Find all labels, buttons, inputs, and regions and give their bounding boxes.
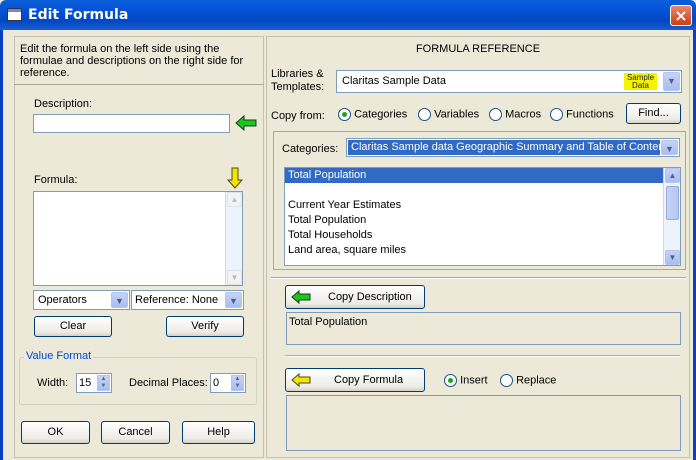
list-item[interactable]: Total Population xyxy=(285,213,680,228)
instructions-line-3: reference. xyxy=(20,67,70,79)
categories-label: Categories: xyxy=(282,143,339,155)
clear-button-label: Clear xyxy=(59,320,87,332)
reference-select[interactable]: Reference: None ▼ xyxy=(131,290,244,310)
variables-radio[interactable] xyxy=(418,108,431,121)
description-divider xyxy=(285,355,680,357)
libraries-label: Libraries & Templates: xyxy=(271,68,324,94)
instructions-line-1: Edit the formula on the left side using … xyxy=(20,43,220,55)
cancel-button[interactable]: Cancel xyxy=(101,421,170,444)
chevron-down-icon[interactable]: ▼ xyxy=(663,72,680,91)
copy-description-button[interactable]: Copy Description xyxy=(285,285,425,309)
copy-description-label: Copy Description xyxy=(328,291,412,303)
description-preview: Total Population xyxy=(286,312,681,345)
list-item[interactable]: Total Population xyxy=(285,168,663,183)
scroll-down-icon[interactable]: ▼ xyxy=(665,250,680,265)
help-button[interactable]: Help xyxy=(182,421,255,444)
list-item[interactable]: Total Households xyxy=(285,228,680,243)
libraries-label-line-1: Libraries & xyxy=(271,68,324,80)
copy-from-functions[interactable]: Functions xyxy=(550,108,614,121)
verify-button[interactable]: Verify xyxy=(166,316,244,337)
formula-label: Formula: xyxy=(34,174,78,186)
help-button-label: Help xyxy=(207,426,230,438)
operators-select[interactable]: Operators ▼ xyxy=(33,290,130,310)
insert-formula-arrow-icon[interactable] xyxy=(227,167,243,189)
cancel-button-label: Cancel xyxy=(118,426,153,438)
list-item[interactable]: Land area, square miles xyxy=(285,243,680,258)
macros-radio-label: Macros xyxy=(505,108,542,121)
formula-preview xyxy=(286,395,681,451)
ok-button-label: OK xyxy=(47,426,64,438)
library-select[interactable]: Claritas Sample Data Sample Data ▼ xyxy=(336,70,682,93)
clear-button[interactable]: Clear xyxy=(34,316,112,337)
copy-from-label: Copy from: xyxy=(271,110,325,122)
window-title: Edit Formula xyxy=(28,7,129,23)
categories-select[interactable]: Claritas Sample data Geographic Summary … xyxy=(346,138,680,157)
list-item[interactable] xyxy=(285,183,680,198)
chevron-down-icon[interactable]: ▼ xyxy=(225,292,242,308)
formula-text xyxy=(34,192,242,196)
window-frame-left xyxy=(0,30,3,460)
instructions-text: Edit the formula on the left side using … xyxy=(20,43,243,79)
formula-scrollbar[interactable]: ▲ ▼ xyxy=(225,192,242,285)
width-label: Width: xyxy=(37,377,69,389)
decimal-places-label: Decimal Places: xyxy=(129,377,208,389)
chevron-down-icon[interactable]: ▼ xyxy=(661,140,678,155)
copy-from-categories[interactable]: Categories xyxy=(338,108,407,121)
libraries-label-line-2: Templates: xyxy=(271,81,325,93)
category-items-list[interactable]: Total Population Current Year Estimates … xyxy=(284,167,681,266)
sample-data-badge-line-2: Data xyxy=(632,81,649,90)
formula-reference-heading: FORMULA REFERENCE xyxy=(415,43,541,55)
value-format-label: Value Format xyxy=(24,350,94,362)
app-icon xyxy=(7,8,22,21)
insert-option[interactable]: Insert xyxy=(444,374,488,387)
functions-radio[interactable] xyxy=(550,108,563,121)
replace-radio-label: Replace xyxy=(516,374,557,387)
copy-formula-label: Copy Formula xyxy=(334,374,404,386)
variables-radio-label: Variables xyxy=(434,108,480,121)
categories-radio-label: Categories xyxy=(354,108,408,121)
insert-radio[interactable] xyxy=(444,374,457,387)
categories-select-value: Claritas Sample data Geographic Summary … xyxy=(348,140,660,155)
copy-from-variables[interactable]: Variables xyxy=(418,108,479,121)
spinner-arrows-icon[interactable]: ▲ ▼ xyxy=(231,375,244,391)
close-button[interactable]: × xyxy=(670,5,692,26)
insert-radio-label: Insert xyxy=(460,374,488,387)
scroll-thumb[interactable] xyxy=(666,186,679,220)
width-spinner[interactable]: 15 ▲ ▼ xyxy=(76,373,112,393)
categories-radio[interactable] xyxy=(338,108,351,121)
copy-from-macros[interactable]: Macros xyxy=(489,108,541,121)
chevron-down-icon[interactable]: ▼ xyxy=(111,292,128,308)
formula-editor[interactable]: ▲ ▼ xyxy=(33,191,243,286)
copy-to-description-arrow-icon[interactable] xyxy=(235,115,257,131)
verify-button-label: Verify xyxy=(191,320,219,332)
sample-data-badge: Sample Data xyxy=(624,73,657,90)
scroll-up-icon[interactable]: ▲ xyxy=(665,168,680,183)
formula-preview-text xyxy=(287,396,680,402)
left-divider xyxy=(14,84,264,85)
spinner-arrows-icon[interactable]: ▲ ▼ xyxy=(97,375,110,391)
replace-radio[interactable] xyxy=(500,374,513,387)
find-button-label: Find... xyxy=(638,107,669,119)
green-arrow-left-icon xyxy=(291,290,311,305)
description-label: Description: xyxy=(34,98,93,110)
decimal-places-spinner[interactable]: 0 ▲ ▼ xyxy=(210,373,246,393)
scroll-up-icon[interactable]: ▲ xyxy=(227,192,242,207)
list-item[interactable]: Current Year Estimates xyxy=(285,198,680,213)
description-field[interactable] xyxy=(33,114,230,133)
yellow-arrow-left-icon xyxy=(291,373,311,388)
replace-option[interactable]: Replace xyxy=(500,374,556,387)
instructions-line-2: formulae and descriptions on the right s… xyxy=(20,55,244,67)
scroll-down-icon[interactable]: ▼ xyxy=(227,270,242,285)
functions-radio-label: Functions xyxy=(566,108,614,121)
description-preview-text: Total Population xyxy=(289,316,368,328)
category-list-scrollbar[interactable]: ▲ ▼ xyxy=(663,168,680,265)
ok-button[interactable]: OK xyxy=(21,421,90,444)
macros-radio[interactable] xyxy=(489,108,502,121)
copy-formula-button[interactable]: Copy Formula xyxy=(285,368,425,392)
right-divider xyxy=(271,277,686,279)
find-button[interactable]: Find... xyxy=(626,103,681,124)
